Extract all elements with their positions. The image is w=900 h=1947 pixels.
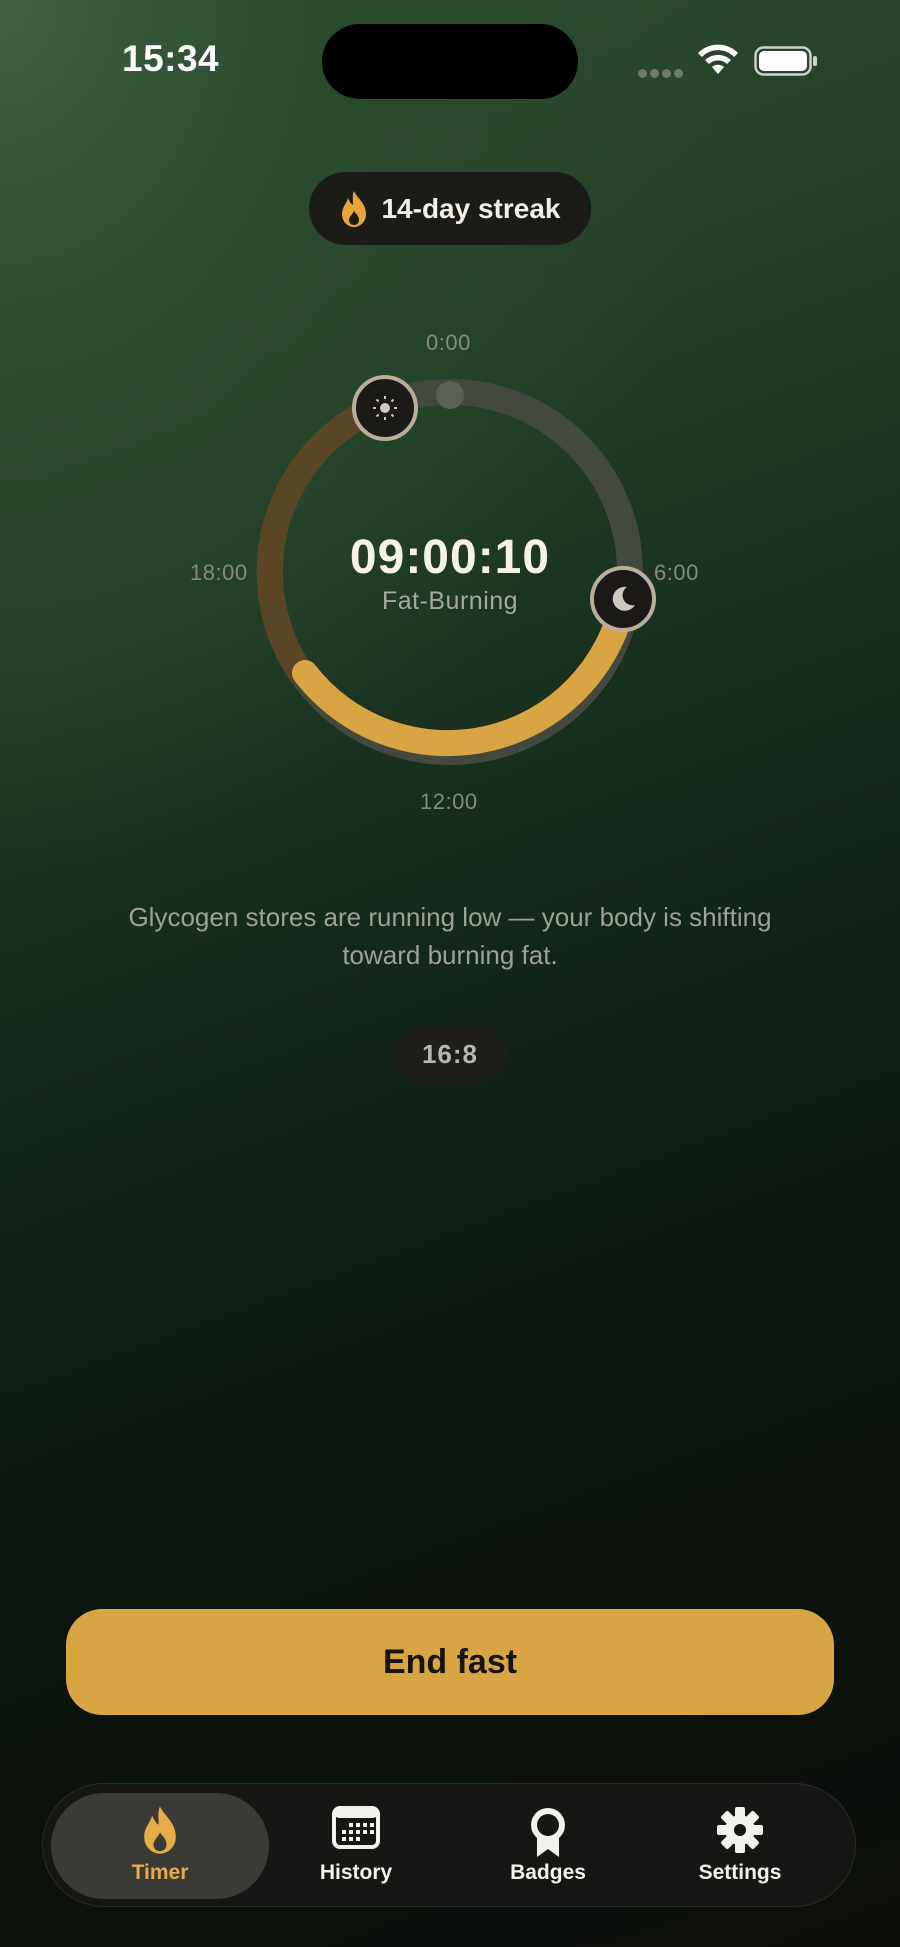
flame-icon bbox=[144, 1806, 176, 1854]
tab-settings[interactable]: Settings bbox=[631, 1793, 849, 1899]
tab-label-settings: Settings bbox=[698, 1861, 782, 1884]
flame-icon bbox=[342, 190, 367, 227]
calendar-icon bbox=[332, 1806, 380, 1849]
phase-description: Glycogen stores are running low — your b… bbox=[128, 902, 772, 970]
streak-badge[interactable]: 14-day streak bbox=[309, 172, 591, 245]
elapsed-timer: 09:00:10 bbox=[349, 531, 551, 584]
battery-icon bbox=[754, 46, 817, 76]
status-bar: 15:34 bbox=[0, 0, 900, 120]
streak-label: 14-day streak bbox=[381, 192, 561, 224]
cellular-signal-icon bbox=[638, 65, 686, 83]
tab-timer[interactable]: Timer bbox=[51, 1793, 269, 1899]
tab-badges[interactable]: Badges bbox=[439, 1793, 657, 1899]
fasting-plan-chip[interactable]: 16:8 bbox=[393, 1026, 507, 1082]
tick-label-top: 0:00 bbox=[426, 330, 471, 355]
start-marker[interactable] bbox=[352, 375, 418, 441]
wifi-icon bbox=[698, 44, 738, 74]
status-time: 15:34 bbox=[122, 38, 220, 79]
tab-label-badges: Badges bbox=[510, 1861, 586, 1884]
tab-label-history: History bbox=[319, 1861, 393, 1884]
tab-history[interactable]: History bbox=[247, 1793, 465, 1899]
tick-label-bottom: 12:00 bbox=[420, 789, 478, 814]
progress-arc bbox=[292, 586, 637, 757]
tab-bar: Timer History Badges Settings bbox=[42, 1783, 856, 1907]
tab-label-timer: Timer bbox=[131, 1861, 189, 1884]
midnight-dot bbox=[436, 381, 464, 409]
award-ribbon-icon bbox=[531, 1808, 565, 1857]
gear-icon bbox=[717, 1807, 763, 1853]
end-fast-button[interactable]: End fast bbox=[66, 1609, 834, 1715]
phase-label: Fat-Burning bbox=[381, 587, 519, 615]
dynamic-island bbox=[322, 24, 578, 99]
